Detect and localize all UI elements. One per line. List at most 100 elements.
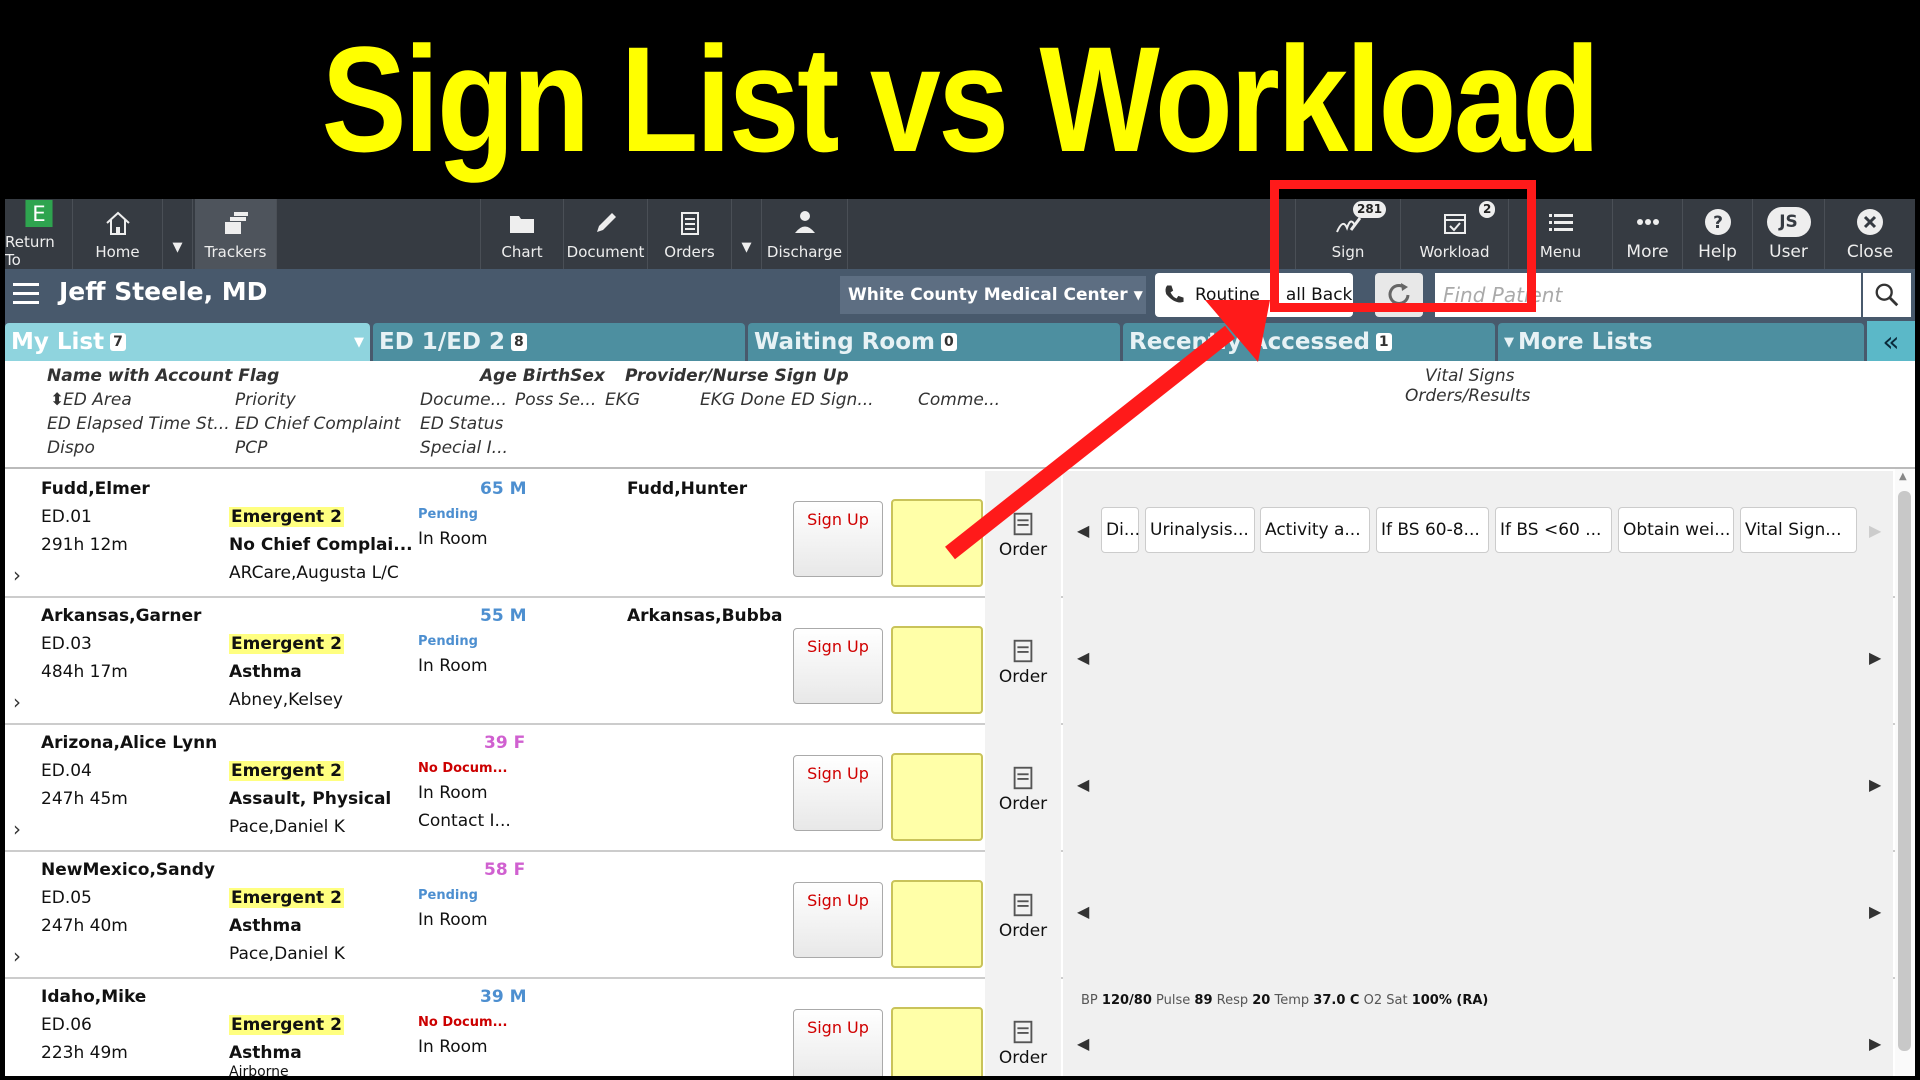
col-ekg-done[interactable]: EKG Done (700, 390, 785, 410)
chevron-left-icon[interactable]: ◀ (1077, 521, 1089, 540)
col-orders-results[interactable]: Orders/Results (1405, 386, 1530, 406)
nurse-sign-up-cell[interactable] (891, 753, 983, 841)
orders-dropdown[interactable]: ▼ (732, 199, 762, 269)
tab-waiting-room[interactable]: Waiting Room 0 (748, 323, 1120, 361)
col-poss[interactable]: Poss Se... (515, 390, 596, 410)
sign-up-button[interactable]: Sign Up (793, 501, 883, 577)
table-row[interactable]: Fudd,Elmer ED.01 291h 12m Emergent 2 No … (5, 471, 1915, 598)
document-button[interactable]: Document (564, 199, 648, 269)
sign-up-button[interactable]: Sign Up (793, 628, 883, 704)
patient-name[interactable]: Arkansas,Garner (41, 606, 201, 626)
order-label: Order (998, 539, 1048, 560)
table-row[interactable]: Idaho,Mike ED.06 223h 49m Emergent 2 Ast… (5, 979, 1915, 1076)
chart-button[interactable]: Chart (480, 199, 564, 269)
menu-button[interactable]: Menu (1509, 199, 1613, 269)
tab-more-lists[interactable]: ▼ More Lists (1498, 323, 1864, 361)
home-dropdown[interactable]: ▼ (163, 199, 193, 269)
chevron-right-icon[interactable]: › (13, 817, 21, 841)
order-chip[interactable]: Vital Sign... (1740, 507, 1857, 553)
chevron-right-icon[interactable]: ▶ (1869, 902, 1881, 921)
col-dispo[interactable]: Dispo (47, 438, 95, 458)
col-vitals[interactable]: Vital Signs (1425, 366, 1515, 386)
age-sex: 55 M (480, 606, 527, 626)
chevron-left-icon[interactable]: ◀ (1077, 648, 1089, 667)
col-status[interactable]: ED Status (420, 414, 503, 434)
hamburger-icon[interactable] (13, 283, 39, 305)
scroll-up-icon[interactable]: ▲ (1899, 471, 1907, 482)
col-ed-sign[interactable]: ED Sign... (791, 390, 874, 410)
col-age[interactable]: Age BirthSex (480, 366, 605, 386)
patient-name[interactable]: Fudd,Elmer (41, 479, 150, 499)
chevron-right-icon[interactable]: ▶ (1869, 1034, 1881, 1053)
find-patient-input[interactable] (1435, 273, 1861, 317)
patient-name[interactable]: NewMexico,Sandy (41, 860, 215, 880)
col-name[interactable]: Name with Account Flag (47, 366, 279, 386)
facility-select[interactable]: White County Medical Center ▼ (840, 276, 1146, 314)
nurse-sign-up-cell[interactable] (891, 499, 983, 587)
return-to-button[interactable]: E Return To (5, 199, 73, 269)
more-button[interactable]: More (1613, 199, 1683, 269)
patient-name[interactable]: Arizona,Alice Lynn (41, 733, 217, 753)
order-button[interactable]: Order (985, 725, 1061, 852)
chevron-left-icon[interactable]: ◀ (1077, 775, 1089, 794)
order-chip[interactable]: If BS <60 ... (1495, 507, 1612, 553)
discharge-button[interactable]: Discharge (762, 199, 848, 269)
nurse-sign-up-cell[interactable] (891, 880, 983, 968)
col-special[interactable]: Special I... (420, 438, 508, 458)
routine-call-back-button[interactable]: Routine all Back (1155, 273, 1353, 317)
order-button[interactable]: Order (985, 852, 1061, 979)
col-docume[interactable]: Docume... (420, 390, 507, 410)
col-comments[interactable]: Comme... (918, 390, 1000, 410)
col-ed-area[interactable]: ED Area (63, 390, 132, 410)
search-button[interactable] (1863, 273, 1911, 317)
order-chip[interactable]: Di... (1101, 507, 1140, 553)
trackers-button[interactable]: Trackers (195, 199, 277, 269)
sign-up-button[interactable]: Sign Up (793, 755, 883, 831)
sign-up-button[interactable]: Sign Up (793, 1009, 883, 1076)
collapse-button[interactable]: « (1867, 321, 1915, 361)
table-row[interactable]: Arkansas,Garner ED.03 484h 17m Emergent … (5, 598, 1915, 725)
nurse-sign-up-cell[interactable] (891, 1007, 983, 1076)
home-button[interactable]: Home (73, 199, 163, 269)
workload-button[interactable]: 2 Workload (1401, 199, 1509, 269)
col-elapsed[interactable]: ED Elapsed Time St... (47, 414, 230, 434)
sign-button[interactable]: 281 Sign (1295, 199, 1401, 269)
chevron-left-icon[interactable]: ◀ (1077, 1034, 1089, 1053)
order-chip[interactable]: If BS 60-8... (1376, 507, 1489, 553)
order-button[interactable]: Order (985, 598, 1061, 725)
order-chip[interactable]: Obtain wei... (1618, 507, 1734, 553)
nurse-sign-up-cell[interactable] (891, 626, 983, 714)
col-complaint[interactable]: ED Chief Complaint (235, 414, 400, 434)
col-provider[interactable]: Provider/Nurse Sign Up (625, 366, 849, 386)
chevron-left-icon[interactable]: ◀ (1077, 902, 1089, 921)
table-row[interactable]: Arizona,Alice Lynn ED.04 247h 45m Emerge… (5, 725, 1915, 852)
chevron-right-icon[interactable]: › (13, 944, 21, 968)
sign-up-button[interactable]: Sign Up (793, 882, 883, 958)
patient-name[interactable]: Idaho,Mike (41, 987, 146, 1007)
order-button[interactable]: Order (985, 979, 1061, 1076)
col-priority[interactable]: Priority (235, 390, 296, 410)
order-chip[interactable]: Urinalysis... (1145, 507, 1255, 553)
ed-area: ED.04 (41, 761, 92, 781)
tab-ed1-ed2[interactable]: ED 1/ED 2 8 (373, 323, 745, 361)
chevron-right-icon[interactable]: › (13, 690, 21, 714)
col-pcp[interactable]: PCP (235, 438, 267, 458)
chevron-right-icon[interactable]: › (13, 563, 21, 587)
refresh-button[interactable] (1375, 273, 1423, 317)
vertical-scrollbar[interactable]: ▲ (1895, 469, 1915, 1076)
order-chip[interactable]: Activity a... (1260, 507, 1370, 553)
tab-my-list[interactable]: My List 7 ▼ (5, 323, 370, 361)
tab-count: 0 (940, 333, 957, 351)
order-button[interactable]: Order (985, 471, 1061, 598)
user-button[interactable]: JS User (1753, 199, 1825, 269)
tab-recently-accessed[interactable]: Recently Accessed 1 (1123, 323, 1495, 361)
chevron-right-icon[interactable]: ▶ (1869, 521, 1881, 540)
table-row[interactable]: NewMexico,Sandy ED.05 247h 40m Emergent … (5, 852, 1915, 979)
chevron-right-icon[interactable]: ▶ (1869, 648, 1881, 667)
close-button[interactable]: Close (1825, 199, 1915, 269)
help-button[interactable]: ? Help (1683, 199, 1753, 269)
scrollbar-thumb[interactable] (1898, 491, 1911, 1051)
col-ekg[interactable]: EKG (605, 390, 640, 410)
orders-button[interactable]: Orders (648, 199, 732, 269)
chevron-right-icon[interactable]: ▶ (1869, 775, 1881, 794)
